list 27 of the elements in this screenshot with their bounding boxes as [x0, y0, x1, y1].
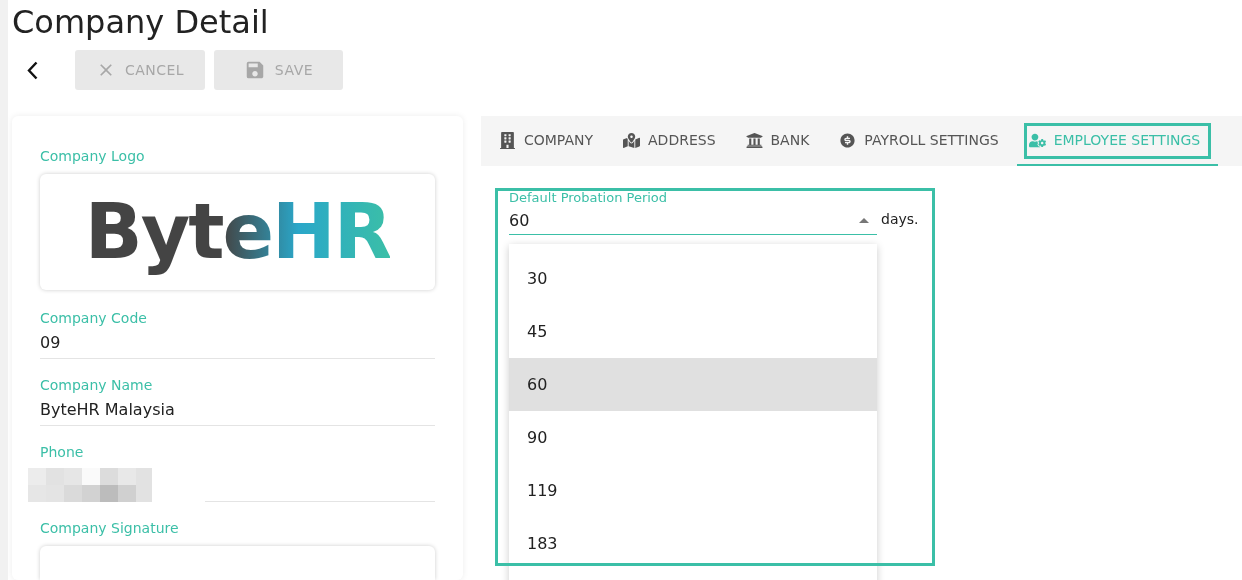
text-field[interactable]: ByteHR Malaysia	[40, 394, 435, 426]
back-icon	[26, 60, 38, 80]
field-label: Company Name	[40, 375, 154, 395]
field-label: Company Signature	[40, 518, 180, 538]
user-gear-icon	[1028, 131, 1046, 149]
menu-option[interactable]: 60	[509, 358, 877, 411]
probation-select[interactable]: Default Probation Period 60	[509, 190, 877, 235]
map-icon	[623, 131, 641, 149]
menu-option[interactable]: 30	[509, 252, 877, 305]
building-icon	[499, 131, 516, 149]
bank-icon	[745, 131, 763, 149]
tab[interactable]: PAYROLL SETTINGS	[827, 116, 1017, 166]
menu-option[interactable]: 90	[509, 411, 877, 464]
logo-frame[interactable]: ByteHR	[40, 174, 435, 290]
field-label: Company Code	[40, 308, 148, 328]
days-suffix: days.	[881, 211, 919, 227]
menu-option[interactable]: 45	[509, 305, 877, 358]
text-field[interactable]: 09	[40, 327, 435, 359]
page-title: Company Detail	[12, 2, 270, 42]
dollar-coin-icon	[839, 131, 857, 149]
tab[interactable]: ADDRESS	[611, 116, 734, 166]
menu-option[interactable]: 119	[509, 464, 877, 517]
tab[interactable]: COMPANY	[487, 116, 612, 166]
tab[interactable]: BANK	[733, 116, 828, 166]
field-label: Company Logo	[40, 147, 146, 166]
field-label: Phone	[40, 442, 85, 462]
menu-option[interactable]: 183	[509, 517, 877, 570]
